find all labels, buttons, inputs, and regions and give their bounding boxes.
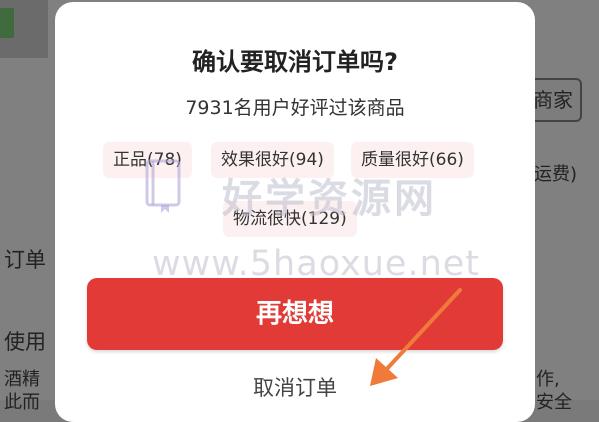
usage-text-line-2: 此而: [4, 392, 40, 413]
shipping-fee-text: 运费): [534, 164, 578, 185]
watermark-url: www.5haoxue.net: [152, 244, 481, 284]
dialog-title: 确认要取消订单吗?: [192, 48, 398, 76]
annotation-arrow-icon: [370, 288, 462, 386]
watermark-title: 好学资源网: [222, 176, 437, 222]
usage-section-label: 使用: [4, 330, 46, 354]
dialog-subtitle: 7931名用户好评过该商品: [185, 97, 405, 119]
watermark-book-icon: [145, 159, 181, 213]
product-thumbnail: [0, 0, 48, 58]
usage-text-right-2: 安全: [536, 392, 572, 413]
order-section-label: 订单: [4, 248, 46, 272]
